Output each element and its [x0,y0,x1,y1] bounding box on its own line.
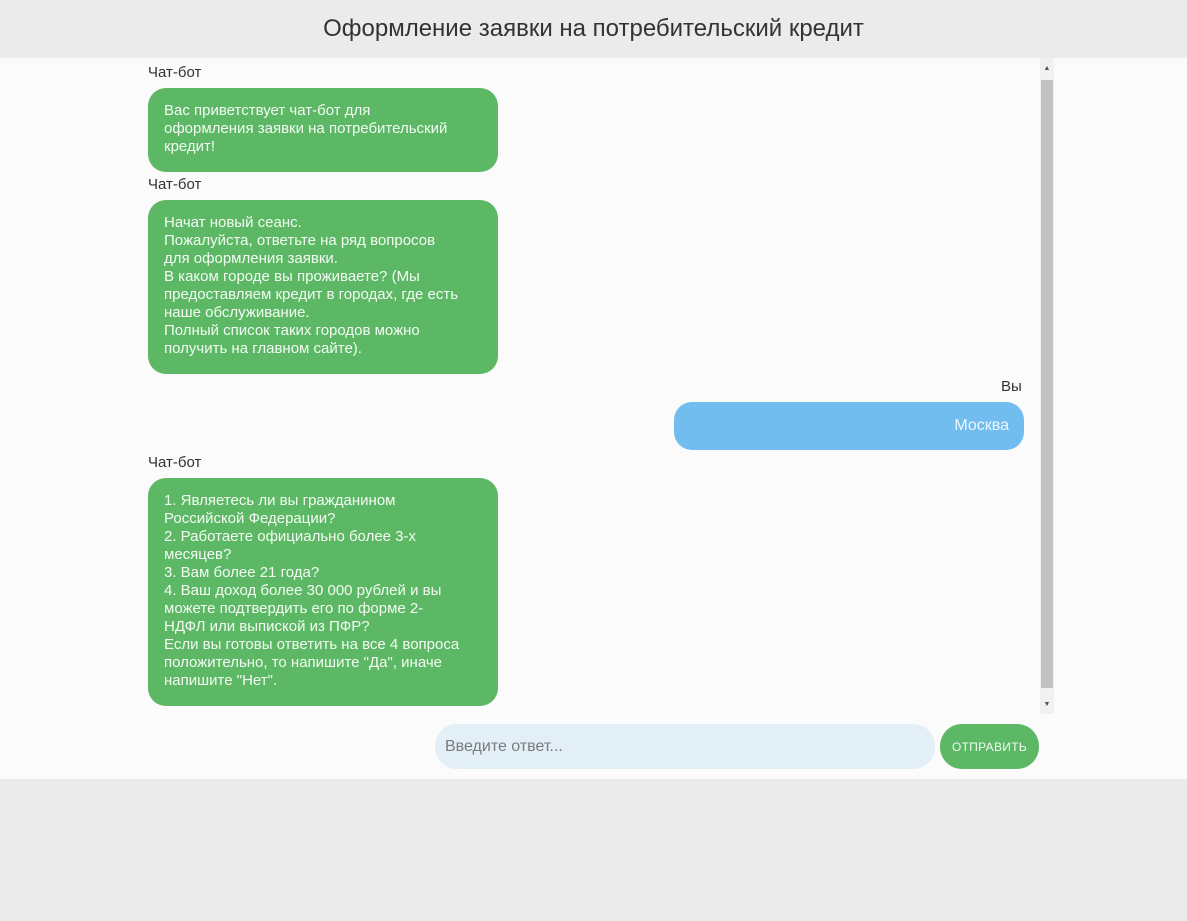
page-title: Оформление заявки на потребительский кре… [323,15,864,42]
message-sender: Чат-бот [148,64,202,81]
message-sender: Чат-бот [148,176,202,193]
chat-log[interactable]: Чат-бот Вас приветствует чат-бот для офо… [0,58,1054,714]
user-message: Москва [674,402,1024,450]
bot-message: Вас приветствует чат-бот для оформления … [148,88,498,172]
answer-form: ОТПРАВИТЬ [435,724,1040,769]
chat-container: Чат-бот Вас приветствует чат-бот для офо… [0,58,1187,779]
message-sender: Чат-бот [148,454,202,471]
triangle-down-icon[interactable]: ▼ [1040,694,1054,714]
user-message-text: Москва [954,417,1009,434]
bot-message: Начат новый сеанс. Пожалуйста, ответьте … [148,200,498,374]
bot-message: 1. Являетесь ли вы гражданином Российско… [148,478,498,706]
scrollbar-thumb[interactable] [1041,80,1053,688]
send-button[interactable]: ОТПРАВИТЬ [940,724,1039,769]
page-header: Оформление заявки на потребительский кре… [0,0,1187,58]
message-sender: Вы [1001,378,1022,395]
triangle-up-icon[interactable]: ▲ [1040,58,1054,78]
chat-scrollbar[interactable]: ▲ ▼ [1040,58,1054,714]
answer-input[interactable] [435,724,935,769]
